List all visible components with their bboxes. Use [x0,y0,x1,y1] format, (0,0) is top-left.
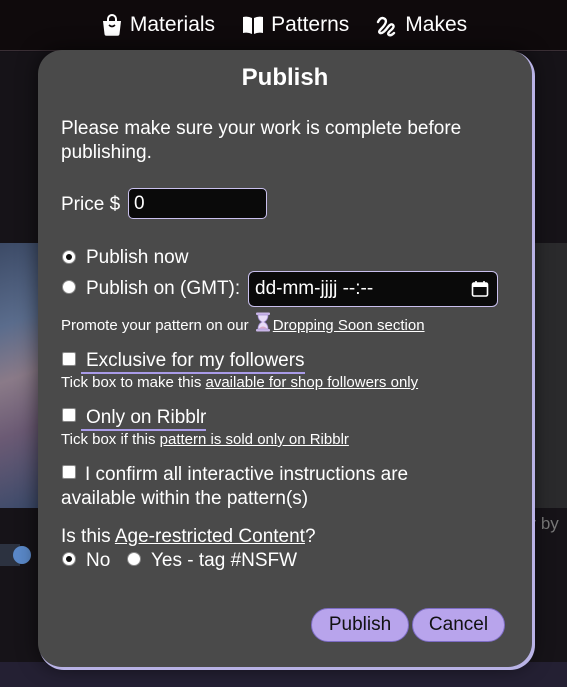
only-ribblr-label-text: Only on Ribblr [81,407,207,431]
cancel-button[interactable]: Cancel [412,608,505,642]
publish-now-label: Publish now [86,247,189,268]
dialog-title: Publish [241,64,329,91]
dialog-intro: Please make sure your work is complete b… [61,118,462,163]
only-ribblr-hint-prefix: Tick box if this [61,431,156,448]
publish-button[interactable]: Publish [311,608,409,642]
only-ribblr-label: Only on Ribblr [81,407,207,431]
price-input[interactable] [128,188,267,219]
hourglass-icon [255,312,270,332]
exclusive-label: Exclusive for my followers [81,350,305,374]
nav-makes-label: Makes [405,13,468,36]
publish-dialog: Publish Please make sure your work is co… [38,50,532,667]
age-yes-label: Yes - tag #NSFW [151,550,298,571]
calendar-icon[interactable] [471,280,489,298]
age-prefix: Is this [61,526,111,547]
nav-patterns-label: Patterns [271,13,350,36]
age-restricted-link[interactable]: Age-restricted Content [115,526,305,547]
dropping-soon-link[interactable]: Dropping Soon section [273,317,425,334]
publish-date-input[interactable]: dd-mm-jjjj --:-- [248,271,498,307]
background-toggle-knob [13,546,31,564]
date-placeholder: dd-mm-jjjj --:-- [255,278,374,299]
publish-on-radio[interactable] [62,280,76,294]
price-label: Price $ [61,194,121,215]
book-icon [243,16,264,34]
nav-patterns[interactable]: Patterns [241,13,349,37]
exclusive-hint-prefix: Tick box to make this [61,374,202,391]
exclusive-checkbox[interactable] [62,352,76,366]
exclusive-hint: Tick box to make this available for shop… [61,374,418,391]
only-ribblr-checkbox[interactable] [62,408,76,422]
yarn-icon [377,16,396,37]
only-ribblr-hint-link[interactable]: pattern is sold only on Ribblr [160,431,349,448]
publish-on-label: Publish on (GMT): [86,278,241,299]
nav-makes[interactable]: Makes [375,13,467,37]
age-no-label: No [86,550,111,571]
confirm-label: I confirm all interactive instructions a… [61,464,409,509]
nav-materials-label: Materials [129,13,216,36]
exclusive-label-text: Exclusive for my followers [81,350,305,374]
bag-icon [102,14,121,36]
only-ribblr-hint: Tick box if this pattern is sold only on… [61,431,349,448]
promote-text: Promote your pattern on our Dropping Soo… [61,312,425,334]
promote-prefix: Promote your pattern on our [61,317,249,334]
age-no-radio[interactable] [62,552,76,566]
age-yes-radio[interactable] [127,552,141,566]
publish-now-radio[interactable] [62,250,76,264]
exclusive-hint-link[interactable]: available for shop followers only [206,374,419,391]
top-nav: Materials Patterns Makes [0,0,567,51]
nav-materials[interactable]: Materials [100,13,215,37]
age-suffix: ? [304,526,316,547]
age-question: Is this Age-restricted Content? [61,526,316,548]
